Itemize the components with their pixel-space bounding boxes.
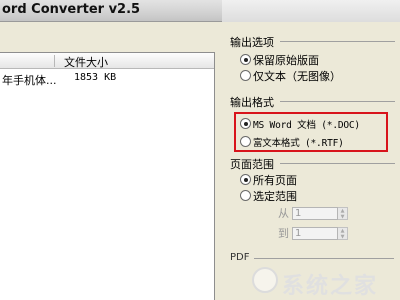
group-divider [280, 101, 395, 102]
to-label: 到 [278, 227, 289, 240]
from-label: 从 [278, 207, 289, 220]
settings-panel: 输出选项 保留原始版面 仅文本（无图像） 输出格式 MS Word 文档 (*.… [222, 22, 400, 300]
option-label: 仅文本（无图像） [253, 69, 341, 83]
file-list[interactable]: 文件大小 年手机体... 1853 KB [0, 52, 215, 300]
file-size: 1853 KB [74, 72, 117, 83]
to-page-spinner[interactable]: ▲ ▼ [338, 226, 348, 240]
column-separator[interactable] [54, 55, 55, 67]
watermark-logo-icon [252, 267, 278, 293]
page-range-label: 页面范围 [230, 158, 274, 171]
window-title: ord Converter v2.5 [2, 2, 141, 17]
radio-checked-icon[interactable] [240, 54, 251, 65]
radio-checked-icon[interactable] [240, 174, 251, 185]
option-label: 所有页面 [253, 173, 297, 187]
option-label: 保留原始版面 [253, 53, 319, 67]
from-page-spinner[interactable]: ▲ ▼ [338, 206, 348, 220]
from-page-input[interactable]: 1 [292, 206, 338, 220]
group-divider [254, 258, 394, 259]
output-format-label: 输出格式 [230, 96, 274, 109]
output-options-label: 输出选项 [230, 36, 274, 49]
radio-unchecked-icon[interactable] [240, 190, 251, 201]
radio-unchecked-icon[interactable] [240, 70, 251, 81]
radio-keep-layout[interactable]: 保留原始版面 [240, 52, 319, 67]
group-divider [280, 163, 395, 164]
radio-all-pages[interactable]: 所有页面 [240, 172, 297, 187]
to-page-input[interactable]: 1 [292, 226, 338, 240]
radio-checked-icon[interactable] [240, 118, 251, 129]
column-header-size[interactable]: 文件大小 [64, 54, 108, 70]
radio-format-doc[interactable]: MS Word 文档 (*.DOC) [240, 116, 360, 131]
from-page-row: 从 1 ▲ ▼ [278, 206, 348, 220]
pdf-section-label: PDF [230, 252, 250, 263]
table-row[interactable]: 年手机体... 1853 KB [0, 71, 214, 87]
radio-text-only[interactable]: 仅文本（无图像） [240, 68, 341, 83]
group-divider [280, 41, 395, 42]
spin-down-icon[interactable]: ▼ [338, 234, 347, 240]
watermark-text: 系统之家 [282, 274, 379, 299]
to-page-row: 到 1 ▲ ▼ [278, 226, 348, 240]
radio-unchecked-icon[interactable] [240, 136, 251, 147]
title-bar-fill [222, 0, 400, 22]
option-label: 富文本格式 (*.RTF) [253, 137, 344, 149]
spin-down-icon[interactable]: ▼ [338, 214, 347, 220]
option-label: 选定范围 [253, 189, 297, 203]
file-name: 年手机体... [2, 74, 57, 87]
option-label: MS Word 文档 (*.DOC) [253, 119, 360, 131]
radio-selected-range[interactable]: 选定范围 [240, 188, 297, 203]
radio-format-rtf[interactable]: 富文本格式 (*.RTF) [240, 134, 344, 149]
file-list-header: 文件大小 [0, 53, 214, 69]
title-bar: ord Converter v2.5 [0, 0, 400, 22]
